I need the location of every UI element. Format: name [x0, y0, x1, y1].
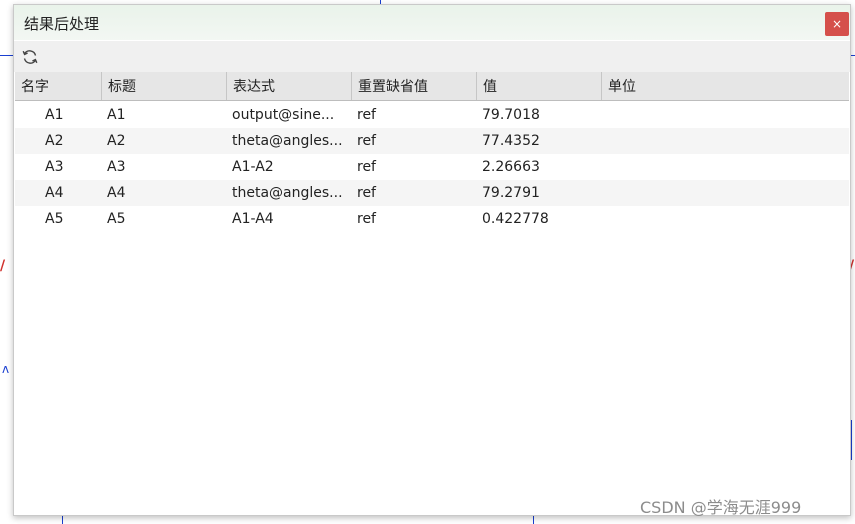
close-button[interactable]: ×	[825, 12, 849, 36]
cell-unit	[607, 180, 847, 206]
cell-unit	[607, 206, 847, 232]
column-header-title[interactable]: 标题	[102, 72, 227, 100]
cell-reset-default: ref	[357, 185, 376, 201]
table-row[interactable]: A5 A5 A1-A4 ref 0.422778	[15, 206, 849, 232]
cell-unit	[607, 102, 847, 128]
close-icon: ×	[831, 17, 843, 31]
table-row[interactable]: A2 A2 theta@angles... ref 77.4352	[15, 128, 849, 154]
background-grid-line	[851, 420, 852, 460]
table-header: 名字 标题 表达式 重置缺省值 值 单位	[15, 72, 849, 101]
cell-value: 2.26663	[482, 159, 540, 175]
cell-expression: theta@angles...	[232, 133, 343, 149]
column-header-value[interactable]: 值	[477, 72, 602, 100]
cell-title: A3	[107, 159, 126, 175]
dialog-titlebar[interactable]: 结果后处理 ×	[14, 5, 850, 40]
table-row[interactable]: A3 A3 A1-A2 ref 2.26663	[15, 154, 849, 180]
cell-value: 77.4352	[482, 133, 540, 149]
background-waveform: ʌ	[2, 362, 10, 376]
refresh-icon[interactable]	[20, 47, 40, 67]
cell-value: 0.422778	[482, 211, 549, 227]
cell-expression: output@sine...	[232, 107, 335, 123]
cell-reset-default: ref	[357, 211, 376, 227]
cell-unit	[607, 154, 847, 180]
dialog-title: 结果后处理	[24, 15, 100, 33]
cell-expression: theta@angles...	[232, 185, 343, 201]
cell-name: A3	[45, 159, 64, 175]
cell-name: A5	[45, 211, 64, 227]
cell-unit	[607, 128, 847, 154]
cell-name: A2	[45, 133, 64, 149]
cell-title: A4	[107, 185, 126, 201]
cell-value: 79.7018	[482, 107, 540, 123]
cell-name: A1	[45, 107, 64, 123]
cell-title: A5	[107, 211, 126, 227]
cell-reset-default: ref	[357, 133, 376, 149]
column-header-name[interactable]: 名字	[15, 72, 102, 100]
cell-title: A2	[107, 133, 126, 149]
cell-name: A4	[45, 185, 64, 201]
cell-reset-default: ref	[357, 107, 376, 123]
cell-title: A1	[107, 107, 126, 123]
table-row[interactable]: A1 A1 output@sine... ref 79.7018	[15, 102, 849, 128]
column-header-reset-default[interactable]: 重置缺省值	[352, 72, 477, 100]
cell-expression: A1-A4	[232, 211, 274, 227]
watermark-text: CSDN @学海无涯999	[640, 498, 802, 517]
cell-value: 79.2791	[482, 185, 540, 201]
toolbar	[14, 41, 850, 72]
column-header-unit[interactable]: 单位	[602, 72, 849, 100]
background-waveform: /	[0, 258, 6, 274]
results-table: 名字 标题 表达式 重置缺省值 值 单位 A1 A1 output@sine..…	[15, 72, 849, 514]
background-grid-line	[0, 55, 13, 56]
cell-reset-default: ref	[357, 159, 376, 175]
result-postprocess-dialog: 结果后处理 × 名字 标题 表达式 重置缺省值 值 单位 A1 A1 outpu…	[13, 4, 851, 516]
column-header-expression[interactable]: 表达式	[227, 72, 352, 100]
cell-expression: A1-A2	[232, 159, 274, 175]
table-row[interactable]: A4 A4 theta@angles... ref 79.2791	[15, 180, 849, 206]
